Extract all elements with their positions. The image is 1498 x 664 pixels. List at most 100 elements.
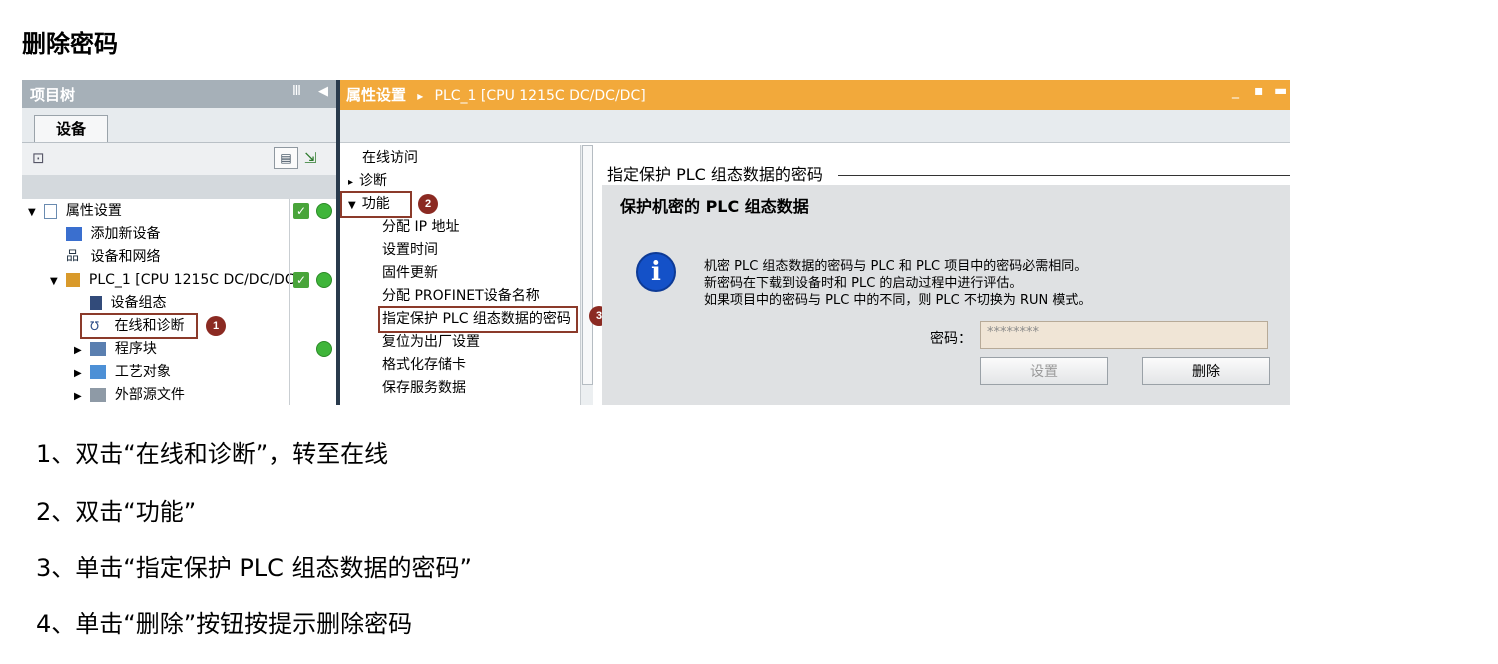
nav-firmware-update[interactable]: 固件更新 <box>382 262 438 285</box>
section-divider <box>838 175 1290 176</box>
expand-arrow-icon[interactable]: ▶ <box>74 362 86 385</box>
properties-content: 指定保护 PLC 组态数据的密码 保护机密的 PLC 组态数据 i 机密 PLC… <box>602 143 1290 405</box>
checkmark-icon: ✓ <box>293 272 309 288</box>
nav-reset-factory[interactable]: 复位为出厂设置 <box>382 331 480 354</box>
nav-scrollbar[interactable] <box>580 145 593 405</box>
highlight-functions <box>340 191 412 218</box>
expand-arrow-icon[interactable]: ▶ <box>74 339 86 362</box>
properties-toolbar <box>340 110 1290 143</box>
properties-header-text: 属性设置 ▸ PLC_1 [CPU 1215C DC/DC/DC] <box>346 84 646 105</box>
tab-devices[interactable]: 设备 <box>34 115 108 143</box>
nav-label: 设置时间 <box>382 242 438 258</box>
tree-item-properties[interactable]: ▼ 属性设置 <box>28 200 122 223</box>
status-ok-icon <box>316 341 332 357</box>
nav-label: 保存服务数据 <box>382 380 466 396</box>
project-tree-panel: 项目树 Ⅲ ◀ 设备 ⊡ ▤ ⇲ ▼ 属性设置 添加新设备 品 设备和网络 ▼ … <box>22 80 338 405</box>
nav-assign-profinet-name[interactable]: 分配 PROFINET设备名称 <box>382 285 540 308</box>
tree-item-program-blocks[interactable]: ▶ 程序块 <box>74 338 157 361</box>
project-tree-header: 项目树 Ⅲ ◀ <box>22 80 338 108</box>
restore-icon[interactable]: ▪ <box>1254 83 1264 99</box>
info-icon: i <box>636 252 676 292</box>
nav-save-service-data[interactable]: 保存服务数据 <box>382 377 466 400</box>
checkmark-icon: ✓ <box>293 203 309 219</box>
program-blocks-icon <box>90 342 107 356</box>
tree-spacer <box>22 175 338 199</box>
nav-assign-ip[interactable]: 分配 IP 地址 <box>382 216 459 239</box>
tree-list: ▼ 属性设置 添加新设备 品 设备和网络 ▼ PLC_1 [CPU 1215C … <box>22 199 338 405</box>
password-input[interactable]: ******** <box>980 321 1268 349</box>
nav-format-card[interactable]: 格式化存储卡 <box>382 354 466 377</box>
plc-icon <box>66 273 81 287</box>
expand-arrow-icon[interactable]: ▸ <box>348 177 353 188</box>
info-text-line-3: 如果项目中的密码与 PLC 中的不同，则 PLC 不切换为 RUN 模式。 <box>704 293 1092 308</box>
tree-item-technology-objects[interactable]: ▶ 工艺对象 <box>74 361 171 384</box>
network-icon: 品 <box>66 249 80 264</box>
tree-item-label: 属性设置 <box>65 203 122 219</box>
tree-properties-icon[interactable]: ⊡ <box>32 149 45 167</box>
instruction-step-4: 4、单击“删除”按钮按提示删除密码 <box>36 610 413 638</box>
step-marker-1: 1 <box>206 316 226 336</box>
tree-item-label: 工艺对象 <box>114 364 171 380</box>
breadcrumb: PLC_1 [CPU 1215C DC/DC/DC] <box>434 88 646 104</box>
nav-label: 分配 IP 地址 <box>382 219 460 235</box>
tree-item-label: PLC_1 [CPU 1215C DC/DC/DC] <box>88 272 301 288</box>
tree-export-icon[interactable]: ⇲ <box>304 149 317 167</box>
tree-item-label: 添加新设备 <box>90 226 161 242</box>
scrollbar-thumb[interactable] <box>582 145 593 385</box>
tree-view-icon[interactable]: ▤ <box>274 147 298 169</box>
tree-item-label: 设备和网络 <box>90 249 161 265</box>
instruction-step-1: 1、双击“在线和诊断”，转至在线 <box>36 440 389 468</box>
nav-online-access[interactable]: 在线访问 <box>362 147 418 170</box>
nav-label: 诊断 <box>359 173 388 189</box>
nav-diagnostics[interactable]: ▸ 诊断 <box>348 170 387 193</box>
maximize-icon[interactable]: ▬ <box>1274 83 1287 99</box>
section-title: 指定保护 PLC 组态数据的密码 <box>607 165 823 184</box>
collapse-left-icon[interactable]: ◀ <box>318 84 328 99</box>
tree-item-label: 外部源文件 <box>114 387 185 403</box>
tree-item-device-config[interactable]: 设备组态 <box>90 292 166 315</box>
device-config-icon <box>90 296 102 310</box>
tree-item-label: 设备组态 <box>110 295 167 311</box>
panel-title: 保护机密的 PLC 组态数据 <box>620 197 809 216</box>
instruction-step-3: 3、单击“指定保护 PLC 组态数据的密码” <box>36 554 472 582</box>
nav-label: 复位为出厂设置 <box>382 334 480 350</box>
tree-layout-icon[interactable]: Ⅲ <box>292 84 301 99</box>
set-button[interactable]: 设置 <box>980 357 1108 385</box>
nav-set-time[interactable]: 设置时间 <box>382 239 438 262</box>
highlight-config-password <box>378 306 578 333</box>
properties-header: 属性设置 ▸ PLC_1 [CPU 1215C DC/DC/DC] _ ▪ ▬ <box>340 80 1290 110</box>
technology-objects-icon <box>90 365 107 379</box>
expand-arrow-icon[interactable]: ▶ <box>74 385 86 405</box>
expand-arrow-icon[interactable]: ▼ <box>50 270 62 293</box>
expand-arrow-icon[interactable]: ▼ <box>28 201 40 224</box>
password-panel: 保护机密的 PLC 组态数据 i 机密 PLC 组态数据的密码与 PLC 和 P… <box>602 185 1290 405</box>
project-tree-title: 项目树 <box>30 86 76 104</box>
properties-panel: 属性设置 ▸ PLC_1 [CPU 1215C DC/DC/DC] _ ▪ ▬ … <box>340 80 1290 405</box>
nav-label: 固件更新 <box>382 265 438 281</box>
step-marker-2: 2 <box>418 194 438 214</box>
tree-item-external-sources[interactable]: ▶ 外部源文件 <box>74 384 185 405</box>
properties-title: 属性设置 <box>346 86 407 104</box>
minimize-icon[interactable]: _ <box>1232 83 1239 99</box>
properties-nav: 在线访问 ▸ 诊断 ▼ 功能 分配 IP 地址 设置时间 固件更新 分配 PROFI… <box>340 143 590 405</box>
highlight-online-diagnostics <box>80 313 198 339</box>
add-device-icon <box>66 227 82 241</box>
breadcrumb-arrow-icon: ▸ <box>417 89 424 103</box>
tree-item-devices-networks[interactable]: 品 设备和网络 <box>66 246 160 269</box>
status-ok-icon <box>316 203 332 219</box>
document-icon <box>44 203 58 219</box>
project-tree-tabs: 设备 <box>22 108 338 143</box>
nav-label: 在线访问 <box>362 150 418 166</box>
delete-button[interactable]: 删除 <box>1142 357 1270 385</box>
instruction-step-2: 2、双击“功能” <box>36 498 197 526</box>
page-title: 删除密码 <box>22 30 118 58</box>
external-sources-icon <box>90 388 107 402</box>
tree-item-label: 程序块 <box>114 341 157 357</box>
tia-portal-screenshot: 项目树 Ⅲ ◀ 设备 ⊡ ▤ ⇲ ▼ 属性设置 添加新设备 品 设备和网络 ▼ … <box>22 80 1290 405</box>
project-tree-toolbar: ⊡ ▤ ⇲ <box>22 142 338 175</box>
password-label: 密码： <box>930 331 972 347</box>
nav-label: 格式化存储卡 <box>382 357 466 373</box>
tree-item-add-device[interactable]: 添加新设备 <box>66 223 160 246</box>
nav-label: 分配 PROFINET设备名称 <box>382 288 540 304</box>
tree-item-plc1[interactable]: ▼ PLC_1 [CPU 1215C DC/DC/DC] <box>50 269 300 292</box>
